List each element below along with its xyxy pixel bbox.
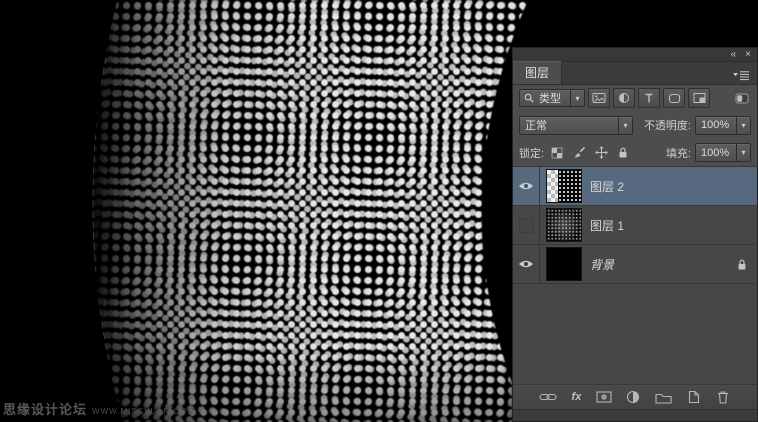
eye-icon (518, 259, 534, 269)
add-layer-style-button[interactable]: fx (572, 387, 582, 407)
visibility-toggle[interactable] (513, 206, 540, 244)
blend-opacity-row: 正常 ▾ 不透明度: 100% ▾ (513, 111, 757, 139)
filter-smart-objects-button[interactable] (688, 88, 710, 108)
delete-layer-button[interactable] (715, 387, 731, 407)
pixel-layer-filter-icon (592, 92, 606, 104)
watermark-site-url: WWW.MISSYUAN.COM (92, 407, 195, 416)
shape-filter-icon (668, 93, 681, 104)
layer-mask-icon (596, 391, 612, 403)
visibility-toggle[interactable] (513, 245, 540, 283)
lock-transparent-pixels-button[interactable] (548, 144, 566, 162)
new-layer-button[interactable] (686, 387, 700, 407)
layer-thumbnail[interactable] (546, 169, 582, 203)
type-filter-icon (643, 92, 655, 104)
close-panel-button[interactable]: × (745, 50, 751, 60)
layer-name[interactable]: 图层 1 (590, 217, 624, 234)
lock-icon (737, 258, 747, 271)
filter-pixel-layers-button[interactable] (588, 88, 610, 108)
panel-footer-strip (513, 409, 757, 421)
layer-filter-row: 类型 ▾ (513, 85, 757, 111)
lock-icon (618, 146, 628, 159)
filter-adjustment-layers-button[interactable] (613, 88, 635, 108)
add-layer-mask-button[interactable] (596, 387, 612, 407)
layers-panel-bottom-bar: fx (513, 384, 757, 409)
opacity-label: 不透明度: (644, 117, 691, 133)
opacity-select[interactable]: 100% ▾ (695, 116, 751, 135)
filter-type-value: 类型 (534, 90, 570, 106)
lock-image-pixels-button[interactable] (570, 144, 588, 162)
new-layer-icon (686, 390, 700, 404)
layer-row-background[interactable]: 背景 (513, 245, 757, 284)
tab-layers[interactable]: 图层 (513, 61, 562, 84)
layers-panel: « × 图层 类型 (512, 47, 758, 422)
folder-icon (655, 391, 672, 404)
watermark-site-name: 思缘设计论坛 (3, 399, 87, 418)
panel-menu-icon (732, 70, 750, 81)
brush-icon (573, 146, 586, 159)
layer-list-empty-area (513, 284, 757, 384)
lock-all-button[interactable] (614, 144, 632, 162)
layer-row-layer-2[interactable]: 图层 2 (513, 167, 757, 206)
checkerboard-icon (551, 147, 563, 159)
layer-filter-toggle[interactable] (733, 89, 751, 107)
lock-position-button[interactable] (592, 144, 610, 162)
layer-list: 图层 2 图层 1 背景 (513, 167, 757, 284)
adjustment-layer-icon (626, 390, 640, 404)
visibility-empty-well (519, 218, 534, 233)
panel-controls-strip: « × (513, 48, 757, 62)
link-icon (539, 391, 557, 403)
blend-mode-value: 正常 (520, 117, 618, 133)
adjustment-filter-icon (618, 92, 630, 104)
chevron-down-icon: ▾ (570, 90, 584, 106)
smart-object-filter-icon (693, 92, 706, 104)
panel-tab-row: 图层 (513, 62, 757, 85)
lock-label: 锁定: (519, 145, 544, 161)
layer-row-layer-1[interactable]: 图层 1 (513, 206, 757, 245)
filter-toggle-icon (735, 93, 749, 104)
visibility-toggle[interactable] (513, 167, 540, 205)
new-group-button[interactable] (655, 387, 672, 407)
filter-type-layers-button[interactable] (638, 88, 660, 108)
blend-mode-select[interactable]: 正常 ▾ (519, 116, 633, 135)
search-icon (524, 93, 534, 103)
fx-icon: fx (572, 387, 582, 407)
layer-thumbnail[interactable] (546, 208, 582, 242)
panel-menu-button[interactable] (730, 67, 752, 84)
chevron-down-icon: ▾ (618, 117, 632, 134)
layer-name[interactable]: 图层 2 (590, 178, 624, 195)
chevron-down-icon: ▾ (736, 117, 750, 134)
trash-icon (715, 390, 731, 404)
link-layers-button[interactable] (539, 387, 557, 407)
watermark: 思缘设计论坛 WWW.MISSYUAN.COM (3, 399, 195, 418)
move-icon (595, 146, 608, 159)
lock-fill-row: 锁定: (513, 139, 757, 167)
layer-name[interactable]: 背景 (590, 256, 614, 273)
opacity-value: 100% (696, 119, 736, 131)
layer-thumbnail[interactable] (546, 247, 582, 281)
fill-label: 填充: (666, 145, 691, 161)
collapse-panel-button[interactable]: « (731, 50, 737, 60)
new-adjustment-layer-button[interactable] (626, 387, 640, 407)
halftone-thumbnail-art (558, 170, 581, 202)
eye-icon (518, 181, 534, 191)
fill-select[interactable]: 100% ▾ (695, 143, 751, 162)
chevron-down-icon: ▾ (736, 144, 750, 161)
filter-type-select[interactable]: 类型 ▾ (519, 89, 585, 107)
filter-shape-layers-button[interactable] (663, 88, 685, 108)
fill-value: 100% (696, 147, 736, 159)
photoshop-workspace: 思缘设计论坛 WWW.MISSYUAN.COM « × 图层 (0, 0, 758, 422)
